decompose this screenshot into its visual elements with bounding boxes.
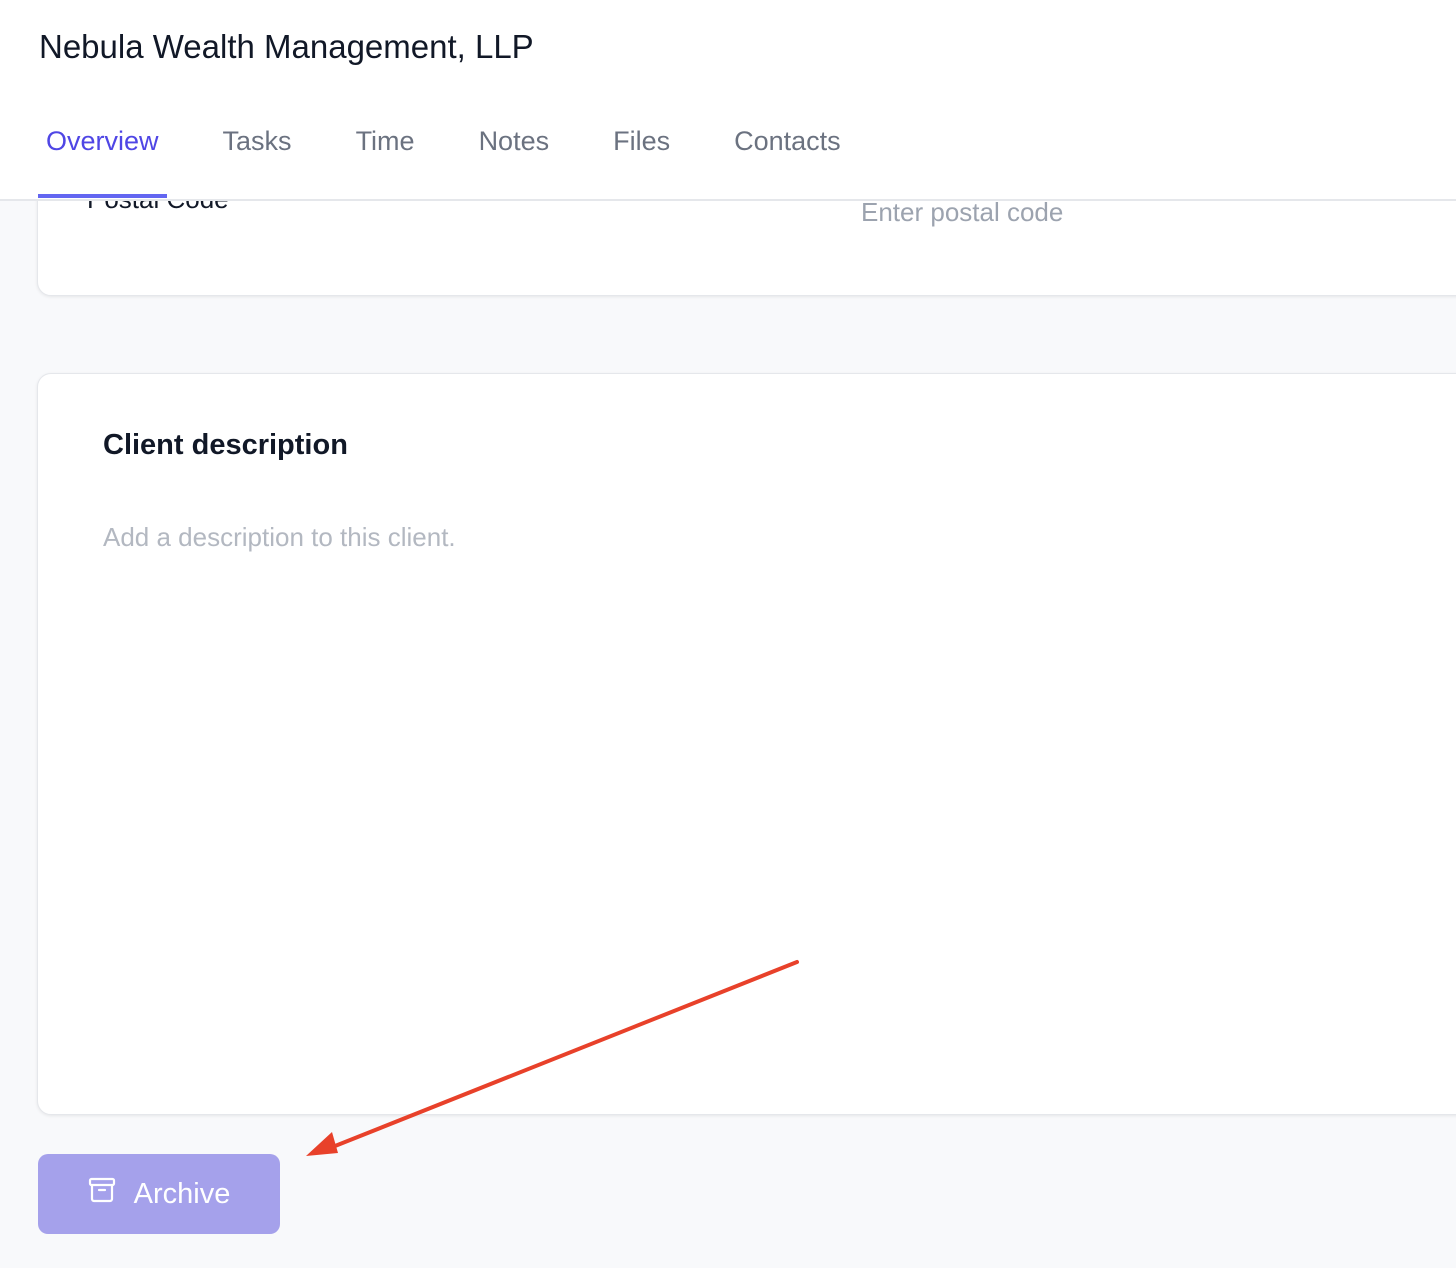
tab-tasks[interactable]: Tasks [215, 120, 300, 186]
page-header: Nebula Wealth Management, LLP Overview T… [0, 0, 1456, 201]
postal-code-input[interactable] [861, 197, 1361, 228]
tab-notes[interactable]: Notes [471, 120, 558, 186]
tab-time[interactable]: Time [348, 120, 423, 186]
tab-bar: Overview Tasks Time Notes Files Contacts [38, 120, 897, 198]
archive-box-icon [88, 1177, 116, 1211]
page-title: Nebula Wealth Management, LLP [39, 28, 534, 65]
client-description-card: Client description [37, 373, 1456, 1115]
tab-contacts[interactable]: Contacts [726, 120, 849, 186]
archive-button-label: Archive [133, 1177, 231, 1210]
archive-button[interactable]: Archive [38, 1154, 280, 1234]
tab-overview[interactable]: Overview [38, 120, 167, 198]
client-description-title: Client description [103, 429, 348, 461]
client-description-input[interactable] [103, 522, 1403, 1022]
tab-files[interactable]: Files [605, 120, 678, 186]
